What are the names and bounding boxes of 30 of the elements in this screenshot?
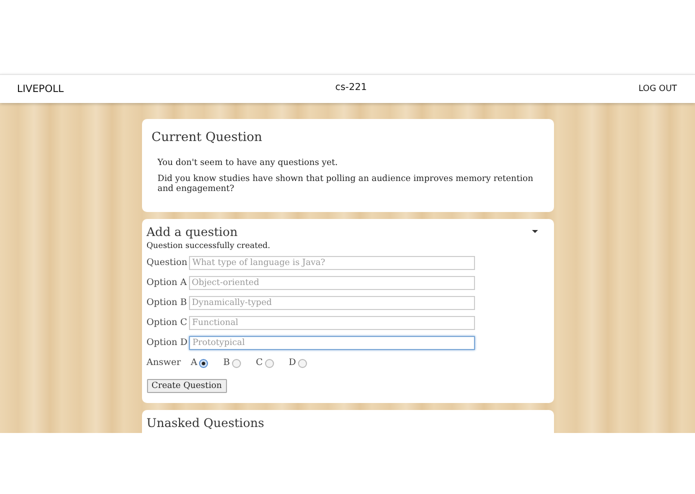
text-field[interactable]: Object-oriented [188, 276, 475, 290]
card-title: Current Question [152, 129, 264, 144]
radio-button[interactable] [199, 358, 208, 368]
card-title: Add a question [146, 225, 238, 239]
text-field[interactable]: What type of language is Java? [189, 256, 476, 270]
card-title: Unasked Questions [146, 416, 266, 430]
app-logo[interactable]: LIVEPOLL [17, 84, 64, 94]
create-question-button[interactable]: Create Question [146, 379, 227, 393]
logout-link[interactable]: LOG OUT [638, 84, 677, 94]
info-message: Did you know studies have shown that polling an audience improves memory retention and engagement? [158, 174, 534, 194]
answer-label: Answer [146, 358, 181, 368]
field-label: Option B [146, 298, 187, 308]
caret-icon[interactable] [532, 230, 538, 233]
radio-button[interactable] [264, 358, 274, 368]
radio-label: B [223, 358, 230, 368]
text-field[interactable]: Functional [189, 316, 476, 330]
info-message: You don't seem to have any questions yet. [158, 158, 339, 168]
field-label: Option C [146, 318, 188, 328]
radio-label: A [190, 358, 198, 368]
status-message: Question successfully created. [146, 241, 272, 250]
radio-button[interactable] [298, 358, 307, 368]
radio-label: C [256, 358, 263, 368]
course-name: cs-221 [335, 82, 367, 92]
radio-button[interactable] [232, 358, 241, 368]
text-field[interactable]: Dynamically-typed [188, 296, 475, 310]
radio-label: D [288, 358, 296, 368]
text-field[interactable]: Prototypical [189, 336, 476, 350]
field-label: Question [146, 258, 188, 268]
field-label: Option A [146, 278, 187, 288]
field-label: Option D [146, 338, 188, 348]
